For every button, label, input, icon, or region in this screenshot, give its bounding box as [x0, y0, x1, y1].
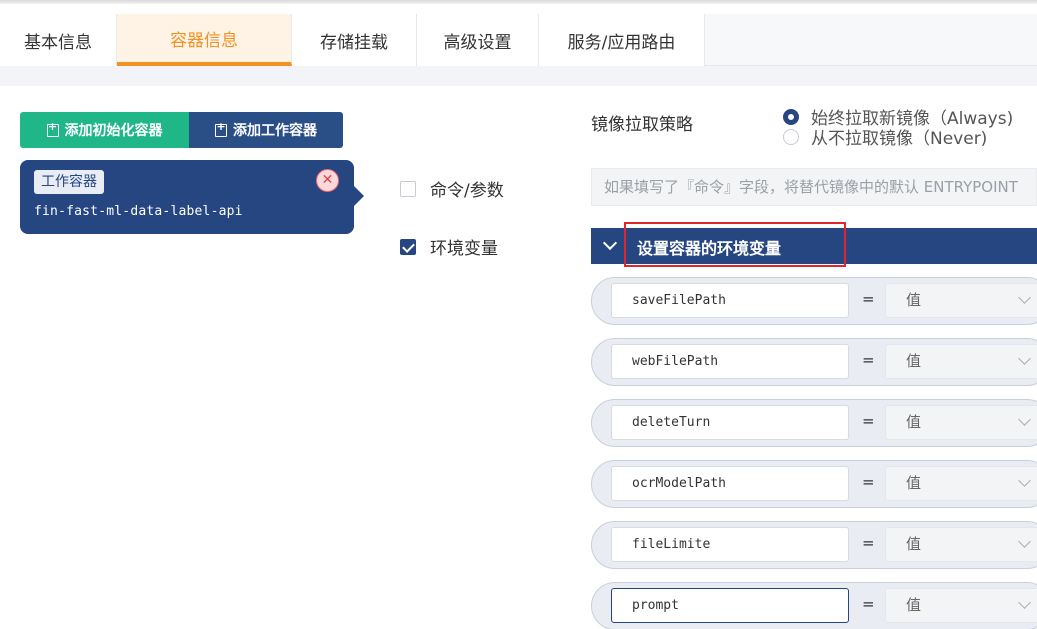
chevron-down-icon	[1018, 352, 1031, 365]
env-row: deleteTurn = 值	[591, 399, 1037, 447]
chevron-down-icon	[1018, 596, 1031, 609]
env-row: prompt = 值	[591, 582, 1037, 629]
equals-sign: =	[862, 290, 875, 308]
chevron-down-icon	[1018, 413, 1031, 426]
equals-sign: =	[862, 473, 875, 491]
env-value-select[interactable]: 值	[885, 283, 1037, 318]
tab-advanced-settings[interactable]: 高级设置	[417, 14, 539, 66]
value-placeholder: 值	[906, 291, 922, 309]
env-key-input[interactable]: ocrModelPath	[611, 466, 849, 501]
env-value-select[interactable]: 值	[885, 344, 1037, 379]
tab-label: 基本信息	[24, 32, 92, 53]
value-placeholder: 值	[906, 535, 922, 553]
tab-container-info[interactable]: 容器信息	[117, 14, 292, 66]
value-placeholder: 值	[906, 474, 922, 492]
env-value-select[interactable]: 值	[885, 405, 1037, 440]
env-key-input[interactable]: webFilePath	[611, 344, 849, 379]
radio-label: 从不拉取镜像（Never)	[811, 129, 988, 149]
env-key-input[interactable]: deleteTurn	[611, 405, 849, 440]
highlight-box	[624, 222, 846, 267]
radio-never-button[interactable]	[783, 128, 799, 145]
env-value-select[interactable]: 值	[885, 527, 1037, 562]
env-key-input[interactable]: fileLimite	[611, 527, 849, 562]
chevron-down-icon	[1018, 535, 1031, 548]
section-separator	[0, 66, 1037, 86]
value-placeholder: 值	[906, 413, 922, 431]
chevron-down-icon	[602, 235, 618, 251]
env-row: saveFilePath = 值	[591, 277, 1037, 325]
tab-bar-filler	[705, 14, 1037, 65]
tab-bar: 基本信息 容器信息 存储挂载 高级设置 服务/应用路由	[0, 14, 1037, 66]
radio-never[interactable]: 从不拉取镜像（Never)	[783, 124, 987, 149]
command-input[interactable]: 如果填写了『命令』字段，将替代镜像中的默认 ENTRYPOINT	[591, 168, 1037, 206]
env-value-select[interactable]: 值	[885, 588, 1037, 623]
env-row: webFilePath = 值	[591, 338, 1037, 386]
env-row: fileLimite = 值	[591, 521, 1037, 569]
tab-basic-info[interactable]: 基本信息	[0, 14, 117, 66]
value-placeholder: 值	[906, 352, 922, 370]
tab-label: 高级设置	[443, 32, 512, 53]
chevron-down-icon	[1018, 291, 1031, 304]
env-value-select[interactable]: 值	[885, 466, 1037, 501]
chevron-down-icon	[1018, 474, 1031, 487]
tab-storage-mount[interactable]: 存储挂载	[292, 14, 417, 66]
equals-sign: =	[862, 534, 875, 552]
equals-sign: =	[862, 351, 875, 369]
env-row: ocrModelPath = 值	[591, 460, 1037, 508]
equals-sign: =	[862, 595, 875, 613]
tab-service-routing[interactable]: 服务/应用路由	[539, 14, 705, 66]
env-key-input[interactable]: prompt	[611, 588, 849, 623]
tab-label: 服务/应用路由	[567, 32, 676, 53]
tab-label: 容器信息	[170, 30, 238, 51]
value-placeholder: 值	[906, 596, 922, 614]
equals-sign: =	[862, 412, 875, 430]
radio-always-button[interactable]	[783, 108, 799, 125]
tab-label: 存储挂载	[320, 32, 388, 53]
env-key-input[interactable]: saveFilePath	[611, 283, 849, 318]
top-shadow	[0, 0, 1037, 4]
